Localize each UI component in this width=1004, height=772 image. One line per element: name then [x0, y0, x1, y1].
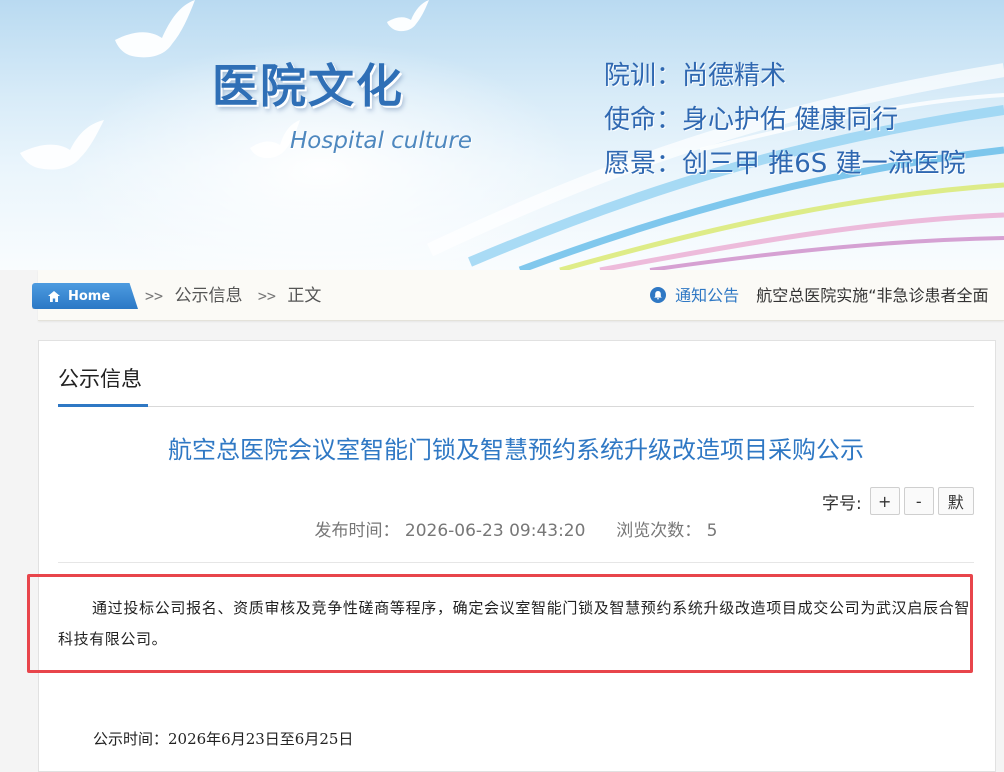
notice-link[interactable]: 航空总医院实施“非急诊患者全面: [756, 286, 988, 305]
dove-icon: [387, 0, 429, 32]
content-panel: [38, 340, 996, 772]
section-title-underline: [58, 404, 148, 407]
article-title: 航空总医院会议室智能门锁及智慧预约系统升级改造项目采购公示: [168, 436, 864, 464]
font-decrease-button[interactable]: -: [903, 487, 934, 515]
section-divider: [58, 406, 974, 407]
banner-title: 医院文化: [212, 59, 404, 113]
dove-icon: [20, 120, 104, 170]
breadcrumb-separator: >>: [257, 287, 276, 305]
notice-ticker: 通知公告 航空总医院实施“非急诊患者全面: [650, 284, 989, 308]
banner-subtitle: Hospital culture: [290, 128, 472, 154]
view-count-label: 浏览次数：: [616, 521, 702, 541]
breadcrumb-separator: >>: [145, 287, 164, 305]
motto-line: 使命：身心护佑 健康同行: [604, 105, 899, 135]
breadcrumb: >> 公示信息 >> 正文: [145, 284, 331, 308]
breadcrumb-item-notices[interactable]: 公示信息: [174, 286, 242, 306]
bell-icon: [650, 287, 666, 303]
view-count: 5: [706, 521, 718, 541]
meta-divider: [58, 562, 974, 563]
notice-label[interactable]: 通知公告: [675, 286, 739, 305]
article-meta: 发布时间： 2026-06-23 09:43:20 浏览次数： 5: [58, 516, 974, 541]
font-default-button[interactable]: 默: [937, 487, 974, 515]
home-button[interactable]: Home: [32, 283, 138, 309]
home-label: Home: [68, 288, 111, 304]
publish-time: 2026-06-23 09:43:20: [404, 521, 586, 541]
publish-time-label: 发布时间：: [314, 521, 400, 541]
home-icon: [48, 290, 60, 302]
publicity-period: 公示时间：2026年6月23日至6月25日: [93, 730, 354, 748]
header-banner: 医院文化 Hospital culture 院训：尚德精术 使命：身心护佑 健康…: [0, 0, 1004, 270]
section-title: 公示信息: [58, 367, 142, 391]
banner-mottos: 院训：尚德精术 使命：身心护佑 健康同行 愿景：创三甲 推6S 建一流医院: [604, 54, 966, 186]
dove-icon: [115, 0, 195, 58]
font-size-label: 字号:: [822, 493, 862, 514]
motto-line: 院训：尚德精术: [604, 61, 787, 91]
font-increase-button[interactable]: +: [869, 487, 900, 515]
motto-line: 愿景：创三甲 推6S 建一流医院: [604, 149, 966, 179]
breadcrumb-item-current: 正文: [287, 286, 322, 306]
article-body-paragraph: 通过投标公司报名、资质审核及竞争性磋商等程序，确定会议室智能门锁及智慧预约系统升…: [58, 599, 970, 648]
font-size-controls: 字号: + - 默: [822, 487, 978, 515]
